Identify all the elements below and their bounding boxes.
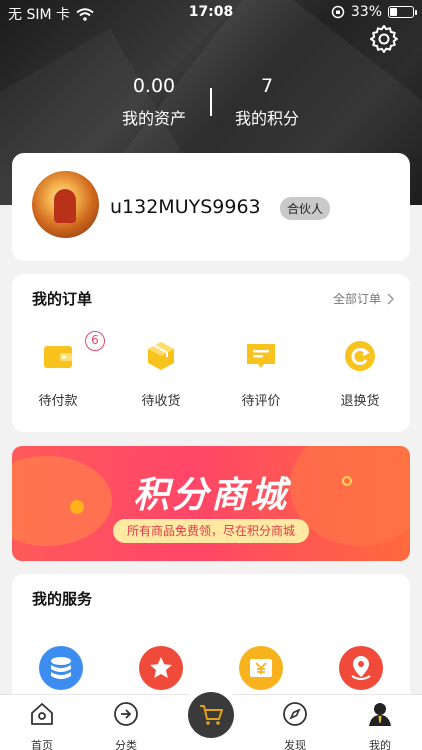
tab-home[interactable]: 首页: [12, 701, 72, 750]
cart-icon: [200, 705, 223, 725]
avatar[interactable]: [32, 171, 99, 238]
stats-divider: [210, 88, 212, 116]
order-pending-review[interactable]: 待评价: [221, 340, 301, 409]
order-pending-receipt[interactable]: 待收货: [121, 340, 201, 409]
yen-ticket-icon: [250, 659, 272, 677]
service-address[interactable]: [339, 646, 383, 690]
gear-icon[interactable]: [368, 23, 400, 55]
all-orders-link[interactable]: 全部订单: [333, 290, 394, 307]
service-coupons[interactable]: [239, 646, 283, 690]
package-icon: [148, 342, 174, 370]
order-pending-payment[interactable]: 待付款: [18, 340, 98, 409]
orientation-lock-icon: [331, 5, 345, 19]
banner-subtitle: 所有商品免费领，尽在积分商城: [113, 519, 309, 543]
order-pending-payment-label: 待付款: [38, 394, 78, 409]
location-icon: [351, 656, 371, 680]
service-favorites[interactable]: [139, 646, 183, 690]
order-pending-receipt-label: 待收货: [141, 394, 181, 409]
username: u132MUYS9963: [110, 196, 261, 218]
pending-payment-count-badge: 6: [85, 331, 105, 351]
tab-discover[interactable]: 发现: [265, 701, 325, 750]
bottom-tab-bar: 首页 分类 发现 我的: [0, 685, 422, 750]
order-pending-review-label: 待评价: [241, 394, 281, 409]
profile-card[interactable]: u132MUYS9963 合伙人: [12, 153, 410, 261]
points-stat[interactable]: 7 我的积分: [207, 75, 327, 129]
tab-mine[interactable]: 我的: [350, 701, 410, 750]
service-database[interactable]: [39, 646, 83, 690]
battery-icon: [388, 6, 417, 18]
orders-card: 我的订单 全部订单 待付款 6 待收货 待评价 退换货: [12, 274, 410, 432]
assets-label: 我的资产: [121, 109, 186, 128]
tab-cart[interactable]: [181, 685, 241, 745]
user-icon: [369, 703, 391, 726]
member-badge: 合伙人: [280, 197, 331, 220]
order-returns-label: 退换货: [340, 394, 380, 409]
points-value: 7: [260, 75, 274, 97]
compass-icon: [283, 702, 307, 726]
refresh-icon: [345, 341, 375, 371]
tab-category[interactable]: 分类: [96, 701, 156, 750]
tab-category-label: 分类: [115, 739, 137, 750]
comment-icon: [247, 344, 275, 368]
category-icon: [114, 702, 138, 726]
battery-percent: 33%: [350, 4, 382, 20]
all-orders-label: 全部订单: [332, 292, 381, 306]
tab-mine-label: 我的: [369, 739, 391, 750]
chevron-right-icon: [387, 292, 394, 305]
tab-discover-label: 发现: [284, 739, 306, 750]
status-bar: 无 SIM 卡 17:08 33%: [0, 0, 422, 24]
assets-value: 0.00: [132, 75, 176, 97]
services-title: 我的服务: [32, 590, 93, 608]
banner-title: 积分商城: [132, 475, 289, 516]
tab-home-label: 首页: [31, 739, 53, 750]
database-icon: [51, 657, 71, 679]
orders-title: 我的订单: [32, 290, 93, 308]
points-label: 我的积分: [234, 109, 299, 128]
order-returns[interactable]: 退换货: [320, 340, 400, 409]
points-mall-banner[interactable]: 积分商城 所有商品免费领，尽在积分商城: [12, 446, 410, 561]
assets-stat[interactable]: 0.00 我的资产: [94, 75, 214, 129]
home-icon: [31, 703, 53, 725]
star-icon: [150, 657, 172, 678]
wallet-icon: [44, 346, 72, 368]
